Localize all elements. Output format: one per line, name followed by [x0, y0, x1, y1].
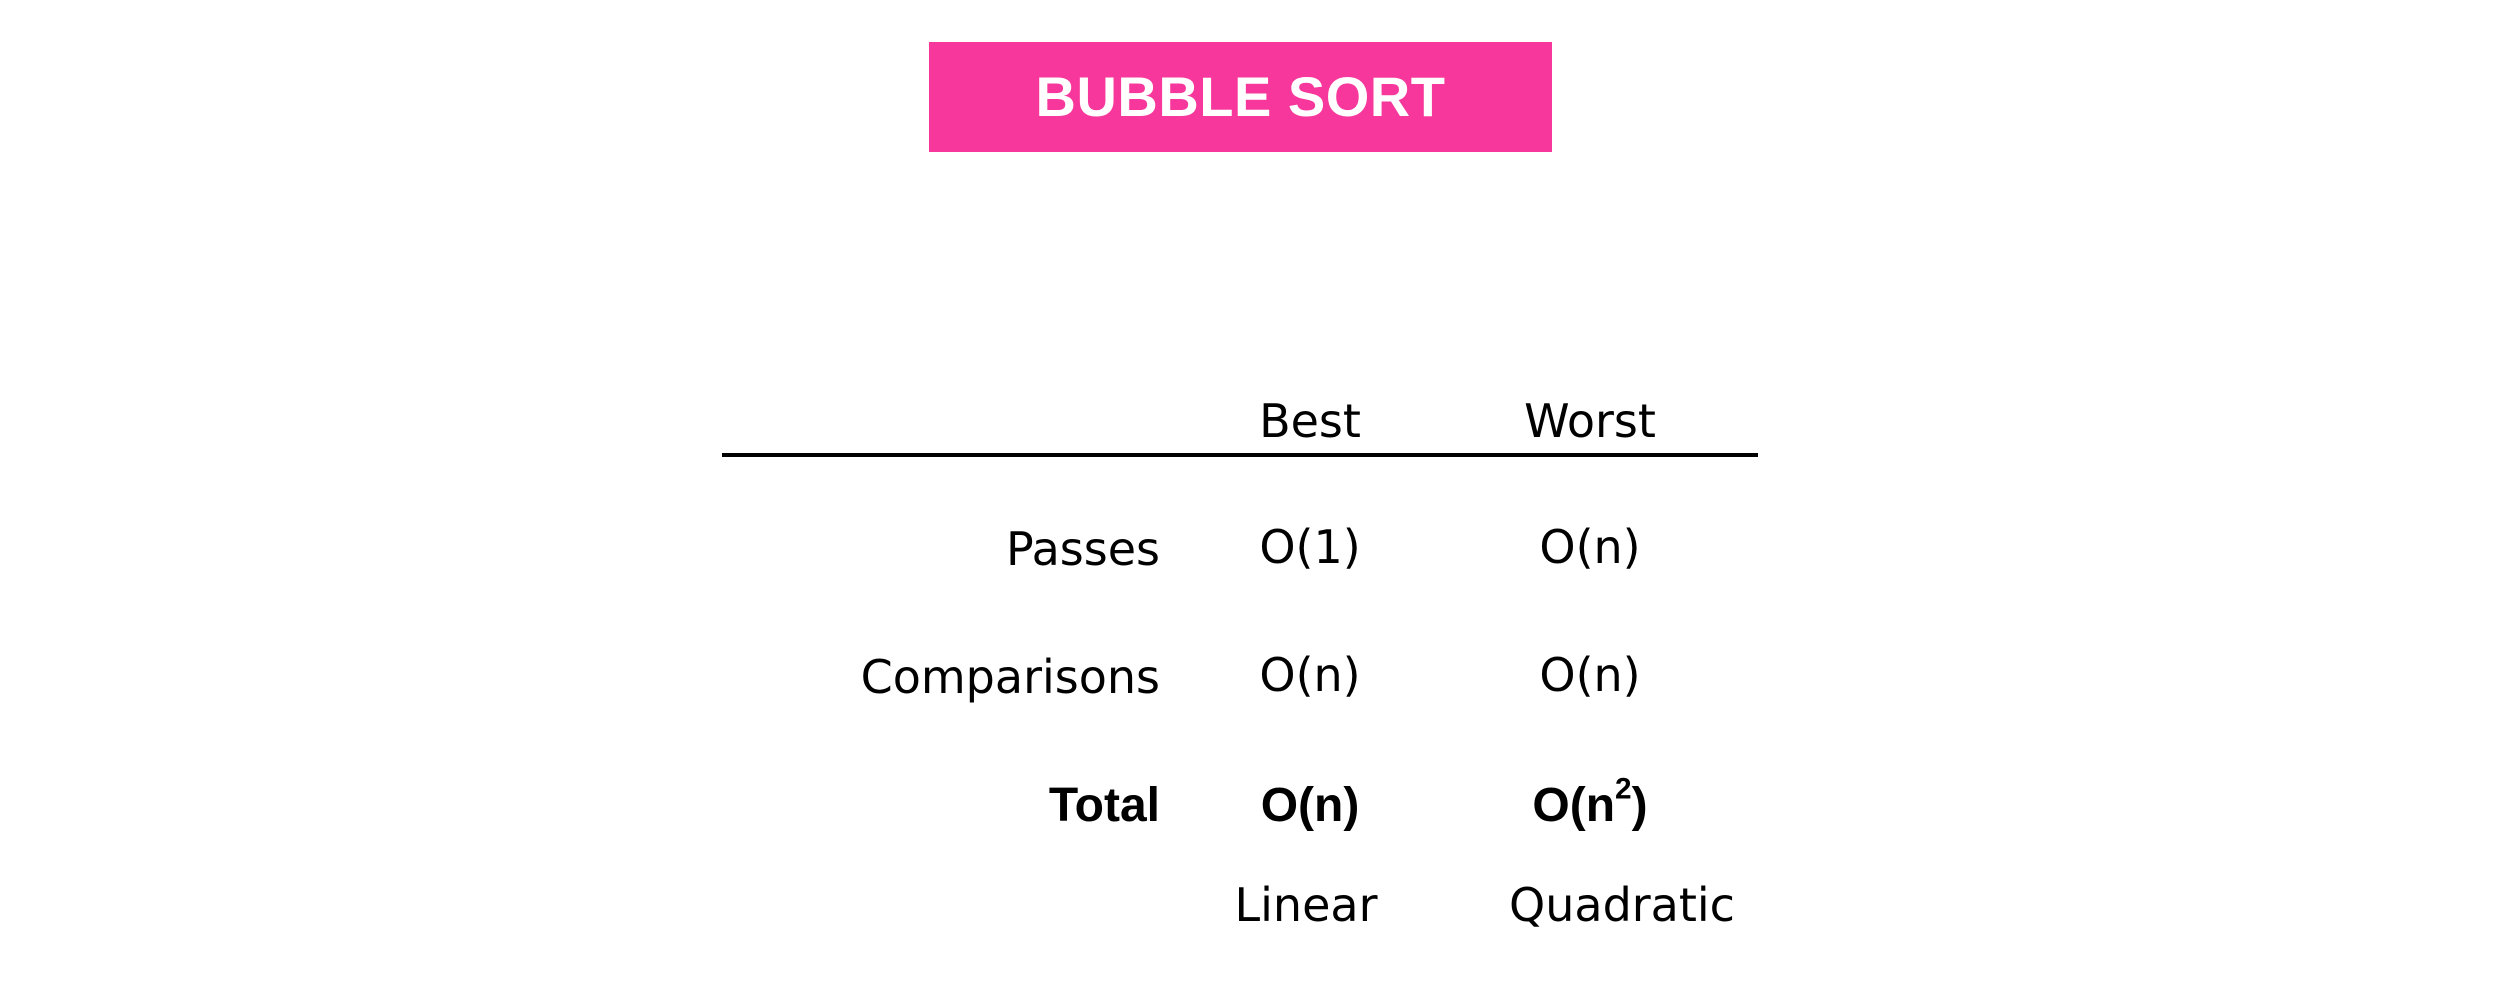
comparisons-worst-value: O(n) [1539, 648, 1641, 702]
row-label-total: Total [1048, 779, 1160, 832]
total-worst-close: ) [1631, 779, 1648, 832]
passes-worst-value: O(n) [1539, 520, 1641, 574]
header-divider [722, 453, 1758, 457]
column-header-worst: Worst [1524, 394, 1656, 448]
comparisons-best-value: O(n) [1259, 648, 1361, 702]
total-worst-base: O(n [1532, 779, 1616, 832]
title-banner: BUBBLE SORT [929, 42, 1552, 152]
total-worst-value: O(n2) [1532, 774, 1648, 832]
best-descriptor: Linear [1234, 878, 1378, 932]
worst-descriptor: Quadratic [1509, 878, 1735, 932]
page-title: BUBBLE SORT [1035, 65, 1446, 128]
total-best-value: O(n) [1260, 779, 1360, 832]
column-header-best: Best [1259, 394, 1361, 448]
passes-best-value: O(1) [1259, 520, 1361, 574]
row-label-passes: Passes [1005, 522, 1160, 576]
total-worst-exponent: 2 [1615, 772, 1632, 806]
row-label-comparisons: Comparisons [860, 650, 1160, 704]
